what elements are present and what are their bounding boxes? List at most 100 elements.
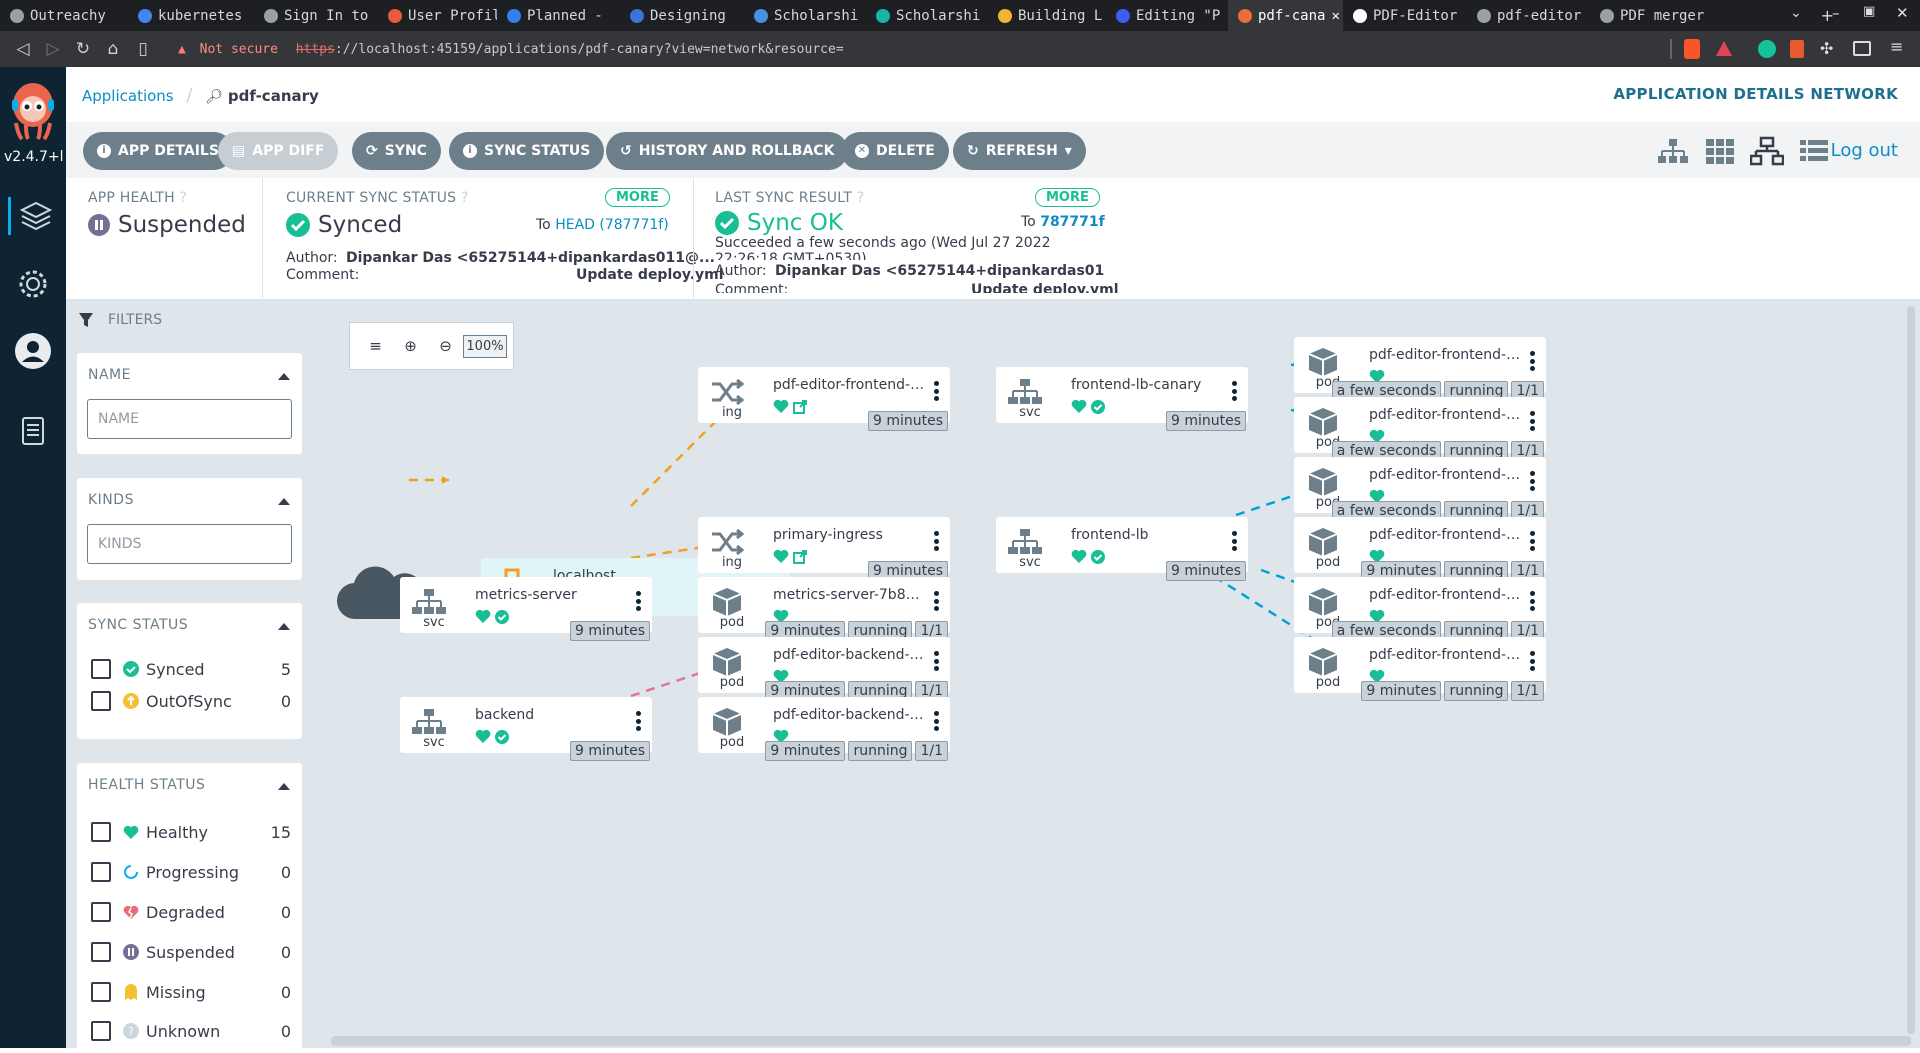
node-menu-icon[interactable] [934, 591, 939, 611]
browser-tab[interactable]: pdf-cana ✕ [1228, 0, 1343, 31]
docs-icon[interactable] [14, 412, 52, 450]
sync-revision-link[interactable]: HEAD (787771f) [555, 217, 668, 233]
browser-tab[interactable]: PDF merger [1590, 0, 1714, 31]
vertical-scrollbar[interactable] [1907, 306, 1915, 1034]
browser-tab[interactable]: PDF-Editor [1343, 0, 1467, 31]
sync-button[interactable]: ⟳ SYNC [352, 132, 441, 170]
extension-icon[interactable] [1790, 40, 1804, 58]
node-menu-icon[interactable] [934, 381, 939, 401]
last-sync-revision-link[interactable]: 787771f [1040, 214, 1105, 230]
tree-view-icon[interactable] [1656, 136, 1690, 166]
checkbox[interactable] [91, 691, 111, 711]
browser-tab[interactable]: Building L [988, 0, 1106, 31]
refresh-button[interactable]: ↻ REFRESH ▾ [953, 132, 1086, 170]
graph-node-ing[interactable]: ing primary-ingress 9 minutes [698, 517, 950, 581]
bookmark-icon[interactable]: ▯ [128, 39, 158, 59]
graph-node-svc[interactable]: svc frontend-lb 9 minutes [996, 517, 1248, 581]
forward-icon[interactable]: ▷ [38, 39, 68, 59]
node-menu-icon[interactable] [1232, 531, 1237, 551]
wallet-icon[interactable] [1853, 41, 1871, 56]
argo-logo[interactable] [8, 79, 58, 141]
filter-unknown[interactable]: ? Unknown 0 [91, 1018, 291, 1044]
checkbox[interactable] [91, 982, 111, 1002]
app-details-button[interactable]: i APP DETAILS [83, 132, 233, 170]
close-tab-icon[interactable]: ✕ [1331, 8, 1339, 24]
filter-missing[interactable]: Missing 0 [91, 979, 291, 1005]
graph-node-pod[interactable]: podpdf-editor-backend-644f4d...9 minutes… [698, 637, 950, 701]
node-menu-icon[interactable] [1530, 651, 1535, 671]
network-view-icon[interactable] [1750, 136, 1784, 166]
browser-tab[interactable]: pdf-editor [1467, 0, 1590, 31]
filter-healthy[interactable]: Healthy 15 [91, 819, 291, 845]
puzzle-icon[interactable]: ✣ [1820, 39, 1833, 58]
collapse-caret-icon[interactable] [278, 783, 290, 790]
filter-suspended[interactable]: Suspended 0 [91, 939, 291, 965]
user-avatar-icon[interactable] [14, 332, 52, 370]
logout-link[interactable]: Log out [1831, 140, 1898, 161]
node-menu-icon[interactable] [1530, 351, 1535, 371]
list-view-icon[interactable] [1797, 136, 1831, 166]
breadcrumb-applications-link[interactable]: Applications [82, 87, 174, 105]
node-menu-icon[interactable] [636, 711, 641, 731]
graph-node-svc[interactable]: svc metrics-server 9 minutes [400, 577, 652, 641]
node-menu-icon[interactable] [934, 711, 939, 731]
home-icon[interactable]: ⌂ [98, 39, 128, 59]
browser-tab[interactable]: kubernetes [128, 0, 254, 31]
browser-tab[interactable]: Scholarshi [866, 0, 988, 31]
external-link-icon[interactable] [792, 549, 808, 565]
sync-more-button[interactable]: MORE [605, 188, 670, 207]
checkbox[interactable] [91, 902, 111, 922]
graph-node-pod[interactable]: podpdf-editor-frontend-6f6cb4...a few se… [1294, 337, 1546, 401]
graph-node-svc[interactable]: svc backend 9 minutes [400, 697, 652, 761]
checkbox[interactable] [91, 822, 111, 842]
app-diff-button[interactable]: ▤ APP DIFF [218, 132, 339, 170]
node-menu-icon[interactable] [934, 651, 939, 671]
pods-grid-view-icon[interactable] [1703, 136, 1737, 166]
filter-progressing[interactable]: Progressing 0 [91, 859, 291, 885]
browser-tab[interactable]: Scholarshi [744, 0, 866, 31]
horizontal-scrollbar[interactable] [331, 1036, 1911, 1046]
zoom-in-icon[interactable]: ⊕ [393, 337, 428, 355]
graph-node-pod[interactable]: podmetrics-server-7b857dcf59...9 minutes… [698, 577, 950, 641]
menu-icon[interactable]: ≡ [1890, 37, 1903, 56]
collapse-caret-icon[interactable] [278, 623, 290, 630]
checkbox[interactable] [91, 942, 111, 962]
zoom-level[interactable]: 100% [463, 334, 507, 358]
graph-node-pod[interactable]: podpdf-editor-frontend-6676df...a few se… [1294, 457, 1546, 521]
help-icon[interactable]: ? [179, 190, 187, 206]
filter-synced[interactable]: Synced 5 [91, 656, 291, 682]
node-menu-icon[interactable] [934, 531, 939, 551]
help-icon[interactable]: ? [857, 190, 865, 206]
browser-tab[interactable]: Designing [620, 0, 744, 31]
graph-node-pod[interactable]: podpdf-editor-backend-644f4d...9 minutes… [698, 697, 950, 761]
align-icon[interactable]: ≡ [358, 337, 393, 355]
node-menu-icon[interactable] [1530, 411, 1535, 431]
checkbox[interactable] [91, 659, 111, 679]
node-menu-icon[interactable] [636, 591, 641, 611]
kinds-filter-input[interactable]: KINDS [87, 524, 292, 564]
checkbox[interactable] [91, 1021, 111, 1041]
browser-tab[interactable]: Planned - [497, 0, 620, 31]
url-field[interactable]: ▲ Not secure https://localhost:45159/app… [178, 42, 844, 57]
node-menu-icon[interactable] [1232, 381, 1237, 401]
filter-outofsync[interactable]: OutOfSync 0 [91, 688, 291, 714]
name-filter-input[interactable]: NAME [87, 399, 292, 439]
history-rollback-button[interactable]: ↺ HISTORY AND ROLLBACK [606, 132, 849, 170]
rewards-icon[interactable] [1716, 41, 1732, 56]
back-icon[interactable]: ◁ [8, 39, 38, 59]
node-menu-icon[interactable] [1530, 531, 1535, 551]
reload-icon[interactable]: ↻ [68, 39, 98, 59]
graph-node-pod[interactable]: podpdf-editor-frontend-6676df...9 minute… [1294, 517, 1546, 581]
browser-tab[interactable]: Outreachy [0, 0, 128, 31]
sync-status-button[interactable]: i SYNC STATUS [449, 132, 605, 170]
brave-shield-icon[interactable] [1684, 39, 1700, 59]
graph-node-pod[interactable]: podpdf-editor-frontend-6676df...9 minute… [1294, 637, 1546, 701]
minimize-icon[interactable]: – [1832, 4, 1840, 22]
node-menu-icon[interactable] [1530, 471, 1535, 491]
collapse-caret-icon[interactable] [278, 373, 290, 380]
zoom-out-icon[interactable]: ⊖ [428, 337, 463, 355]
external-link-icon[interactable] [792, 399, 808, 415]
node-menu-icon[interactable] [1530, 591, 1535, 611]
delete-button[interactable]: ✕ DELETE [841, 132, 949, 170]
checkbox[interactable] [91, 862, 111, 882]
